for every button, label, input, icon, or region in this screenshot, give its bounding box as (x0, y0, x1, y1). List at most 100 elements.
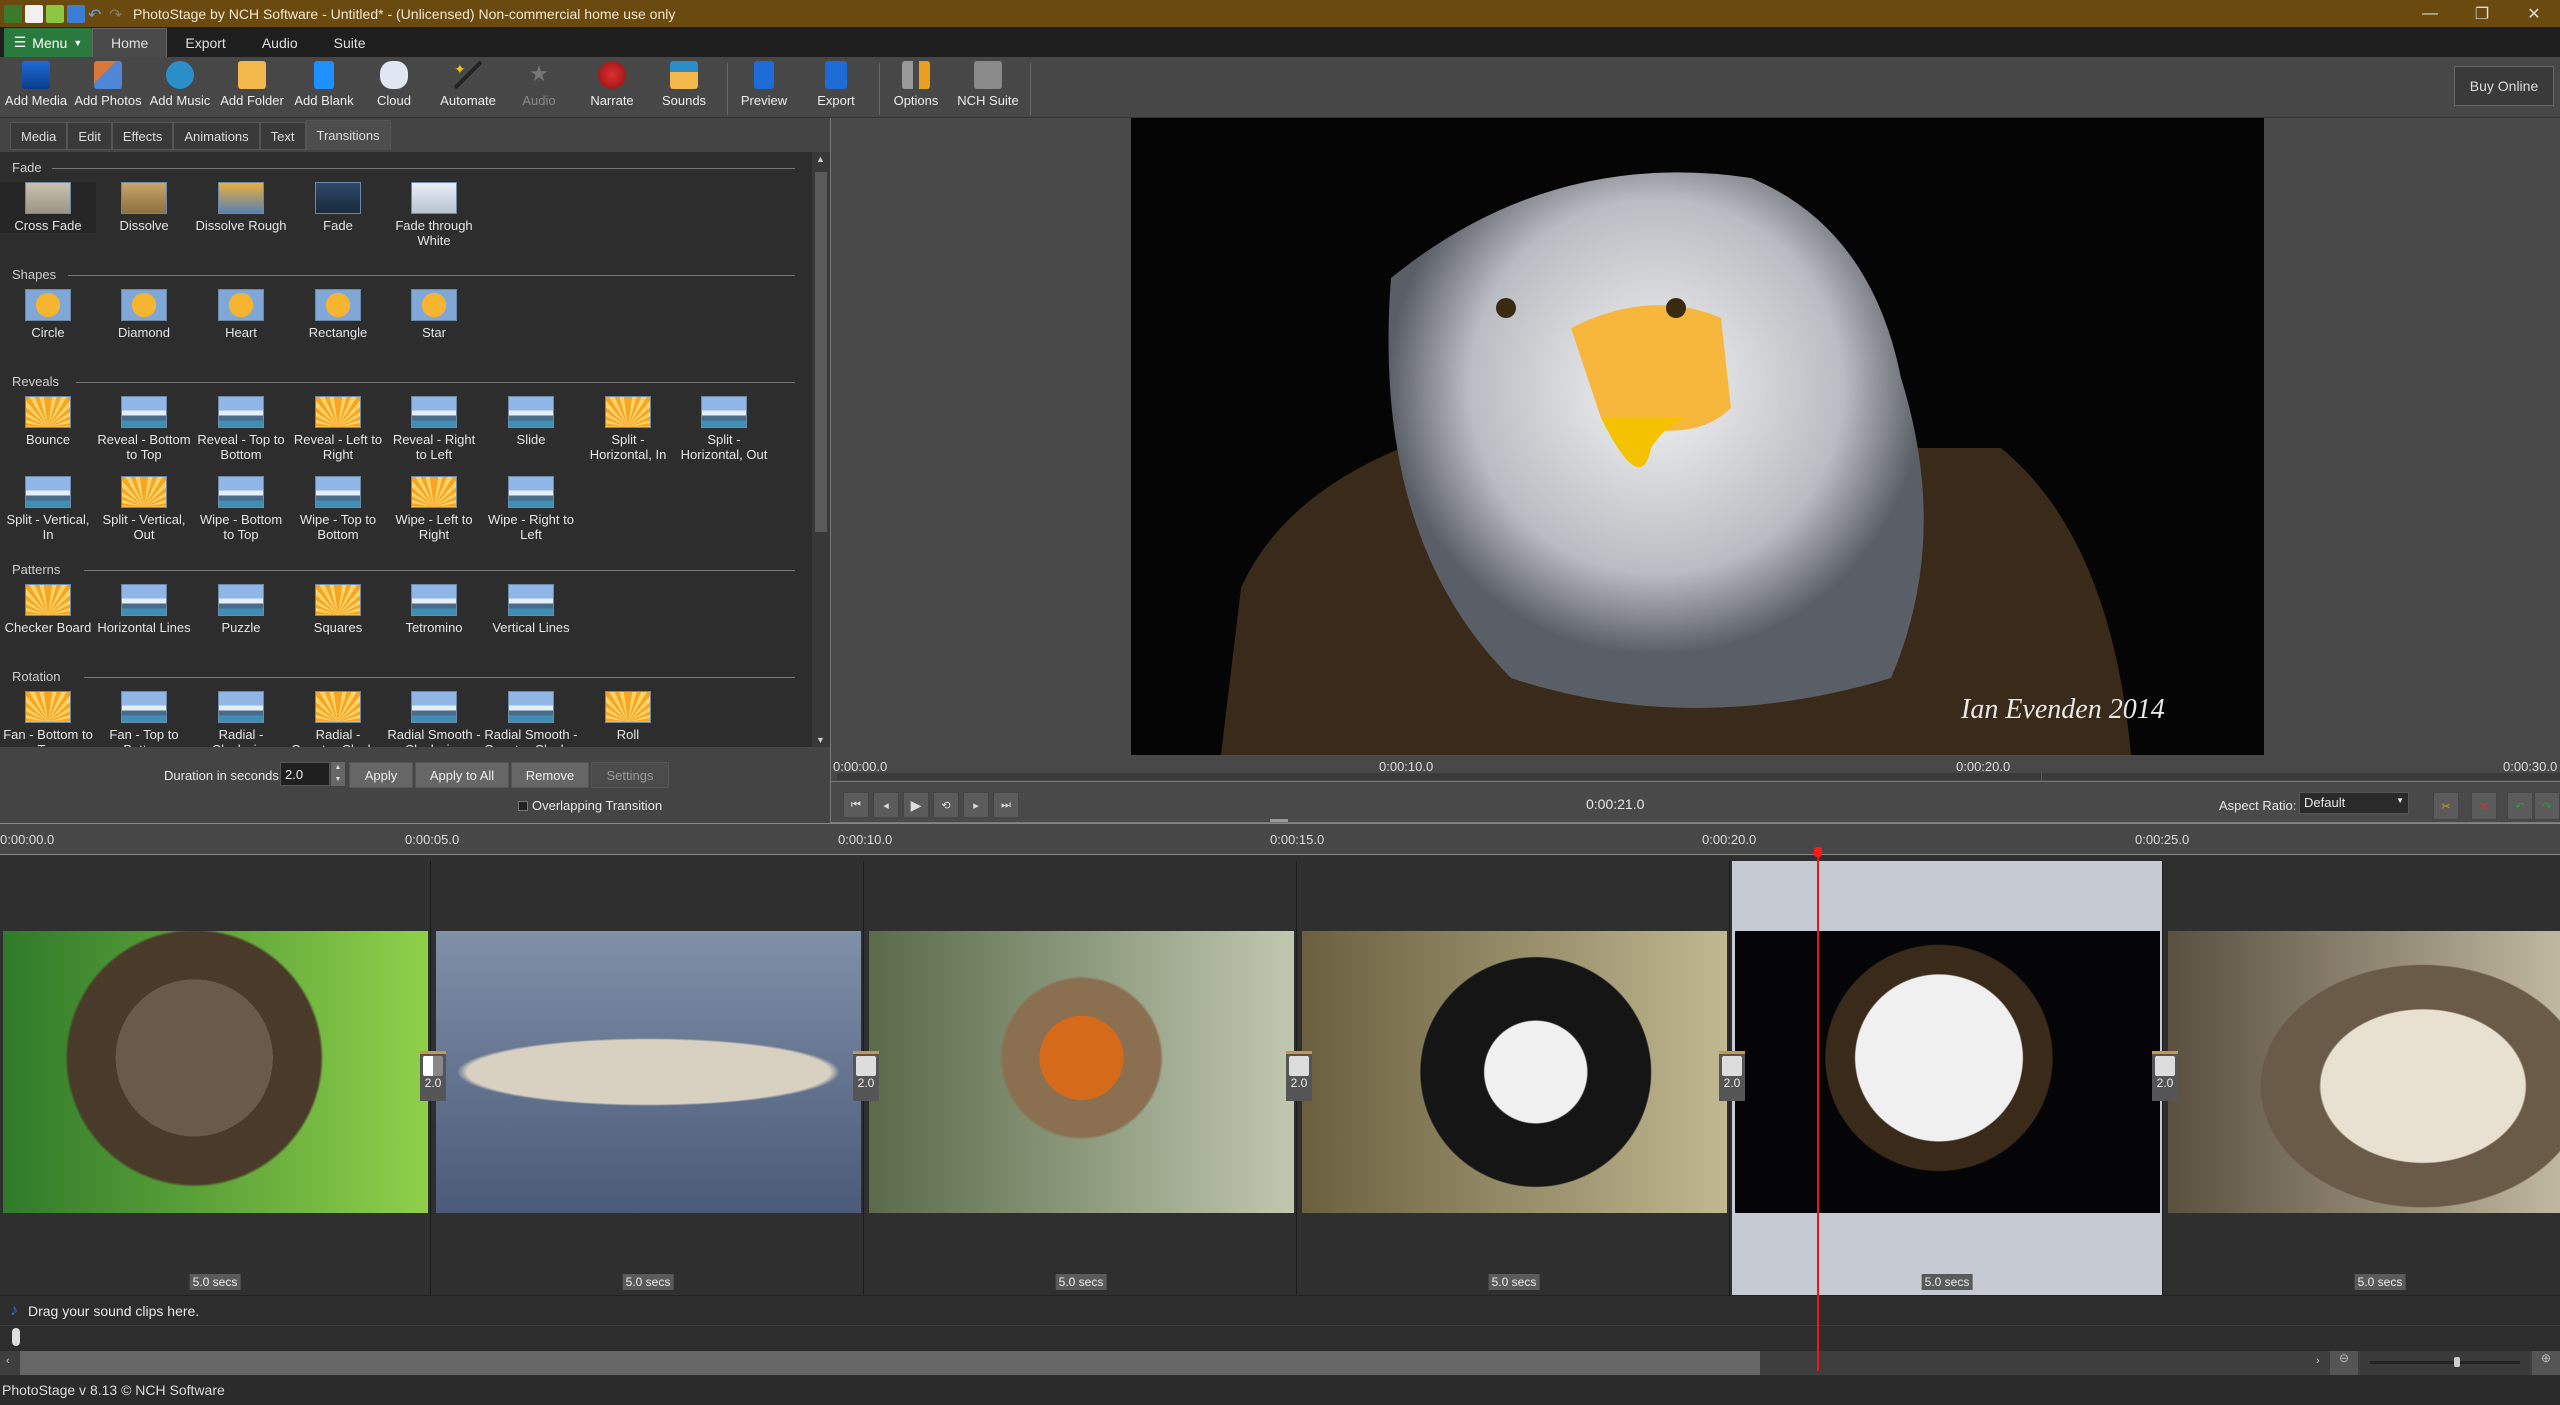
zoom-slider-handle[interactable] (2454, 1357, 2460, 1367)
transition-item[interactable]: Fan - Top to Bottom (96, 691, 192, 747)
preview-playhead[interactable] (2041, 771, 2042, 781)
add-photos-button[interactable]: Add Photos (72, 61, 144, 117)
transition-item[interactable]: Bounce (0, 396, 96, 447)
transition-item[interactable]: Slide (483, 396, 579, 447)
transition-item[interactable]: Wipe - Top to Bottom (290, 476, 386, 542)
scroll-down-icon[interactable]: ▼ (816, 735, 825, 745)
transition-item[interactable]: Reveal - Bottom to Top (96, 396, 192, 462)
cloud-button[interactable]: Cloud (358, 61, 430, 117)
transition-item[interactable]: Radial Smooth - Counter-Clock... (483, 691, 579, 747)
tab-text[interactable]: Text (259, 122, 306, 150)
tab-animations[interactable]: Animations (173, 122, 260, 150)
timeline-clip[interactable]: 5.0 secs (2165, 861, 2560, 1295)
timeline-clip[interactable]: 5.0 secs (1732, 861, 2163, 1295)
transition-marker[interactable]: 2.0 (1719, 1051, 1745, 1101)
transition-item[interactable]: Fade through White (386, 182, 482, 248)
undo-rotate-icon[interactable]: ↶ (2507, 792, 2533, 820)
transition-item[interactable]: Tetromino (386, 584, 482, 635)
cut-icon[interactable]: ✂ (2433, 792, 2459, 820)
transition-item[interactable]: Vertical Lines (483, 584, 579, 635)
options-button[interactable]: Options (880, 61, 952, 117)
transition-item[interactable]: Roll (580, 691, 676, 742)
restore-button[interactable]: ❐ (2456, 0, 2508, 27)
transition-item[interactable]: Diamond (96, 289, 192, 340)
transition-item[interactable]: Split - Vertical, In (0, 476, 96, 542)
scroll-left-icon[interactable]: ‹ (6, 1355, 10, 1367)
export-button[interactable]: Export (800, 61, 872, 117)
open-icon[interactable] (46, 4, 64, 23)
tab-home[interactable]: Home (92, 28, 168, 57)
transition-item[interactable]: Puzzle (193, 584, 289, 635)
buy-online-button[interactable]: Buy Online (2454, 66, 2554, 106)
transition-item[interactable]: Cross Fade (0, 182, 96, 233)
transition-item[interactable]: Wipe - Right to Left (483, 476, 579, 542)
tab-media[interactable]: Media (10, 122, 68, 150)
transition-item[interactable]: Wipe - Bottom to Top (193, 476, 289, 542)
tab-transitions[interactable]: Transitions (305, 120, 391, 150)
add-folder-button[interactable]: Add Folder (216, 61, 288, 117)
scroll-up-icon[interactable]: ▲ (816, 154, 825, 164)
tab-effects[interactable]: Effects (111, 122, 174, 150)
timeline-clip[interactable]: 5.0 secs (1299, 861, 1730, 1295)
undo-icon[interactable]: ↶ (88, 5, 106, 24)
zoom-in-icon[interactable]: ⊕ (2532, 1351, 2560, 1375)
duration-spinner[interactable]: ▲ ▼ (331, 762, 345, 786)
timeline-clip[interactable]: 5.0 secs (433, 861, 864, 1295)
preview-seek-bar[interactable] (837, 773, 2560, 780)
timeline-clip[interactable]: 5.0 secs (866, 861, 1297, 1295)
transition-item[interactable]: Dissolve (96, 182, 192, 233)
transition-item[interactable]: Squares (290, 584, 386, 635)
narration-track[interactable] (0, 1325, 2560, 1350)
tab-edit[interactable]: Edit (67, 122, 112, 150)
nch-suite-button[interactable]: NCH Suite (952, 61, 1024, 117)
apply-to-all-button[interactable]: Apply to All (415, 762, 509, 788)
add-music-button[interactable]: Add Music (144, 61, 216, 117)
transition-item[interactable]: Horizontal Lines (96, 584, 192, 635)
scrollbar-thumb[interactable] (815, 172, 827, 532)
narrate-button[interactable]: Narrate (576, 61, 648, 117)
transition-item[interactable]: Radial - Clockwise (193, 691, 289, 747)
main-menu-button[interactable]: ☰ Menu ▼ (4, 28, 92, 57)
settings-button[interactable]: Settings (591, 762, 669, 788)
timeline-clip[interactable]: 5.0 secs (0, 861, 431, 1295)
transition-item[interactable]: Radial - Counter-Clock... (290, 691, 386, 747)
zoom-slider[interactable] (2360, 1351, 2530, 1375)
scrollbar-thumb[interactable] (20, 1351, 1760, 1375)
transition-item[interactable]: Split - Horizontal, Out (676, 396, 772, 462)
transition-item[interactable]: Fan - Bottom to Top (0, 691, 96, 747)
aspect-ratio-select[interactable]: Default ▼ (2299, 792, 2409, 814)
playhead-handle[interactable] (1814, 847, 1822, 857)
save-icon[interactable] (67, 4, 85, 23)
transition-item[interactable]: Circle (0, 289, 96, 340)
overlapping-checkbox[interactable] (518, 801, 528, 811)
transition-marker[interactable]: 2.0 (2152, 1051, 2178, 1101)
duration-input[interactable] (280, 762, 330, 786)
transition-item[interactable]: Rectangle (290, 289, 386, 340)
remove-button[interactable]: Remove (511, 762, 589, 788)
redo-rotate-icon[interactable]: ↷ (2534, 792, 2560, 820)
transition-item[interactable]: Fade (290, 182, 386, 233)
transitions-scrollbar[interactable]: ▲ ▼ (812, 152, 830, 747)
tab-suite[interactable]: Suite (316, 28, 384, 57)
scroll-right-icon[interactable]: › (2316, 1355, 2320, 1367)
go-end-icon[interactable]: ⏭ (993, 792, 1019, 818)
transition-item[interactable]: Star (386, 289, 482, 340)
transition-item[interactable]: Split - Horizontal, In (580, 396, 676, 462)
new-icon[interactable] (25, 4, 43, 23)
transition-item[interactable]: Checker Board (0, 584, 96, 635)
transition-item[interactable]: Split - Vertical, Out (96, 476, 192, 542)
transition-item[interactable]: Wipe - Left to Right (386, 476, 482, 542)
add-media-button[interactable]: Add Media (0, 61, 72, 117)
play-icon[interactable]: ▶ (903, 792, 929, 818)
minimize-button[interactable]: — (2404, 0, 2456, 27)
splitter-handle[interactable] (1270, 819, 1288, 822)
apply-button[interactable]: Apply (349, 762, 413, 788)
transition-item[interactable]: Radial Smooth - Clockwise (386, 691, 482, 747)
tab-export[interactable]: Export (167, 28, 243, 57)
step-back-icon[interactable]: ◂ (873, 792, 899, 818)
transition-item[interactable]: Heart (193, 289, 289, 340)
go-start-icon[interactable]: ⏮ (843, 792, 869, 818)
delete-icon[interactable]: ✕ (2471, 792, 2497, 820)
timeline-ruler[interactable]: 0:00:00.0 0:00:05.0 0:00:10.0 0:00:15.0 … (0, 823, 2560, 855)
redo-icon[interactable]: ↷ (109, 5, 127, 24)
